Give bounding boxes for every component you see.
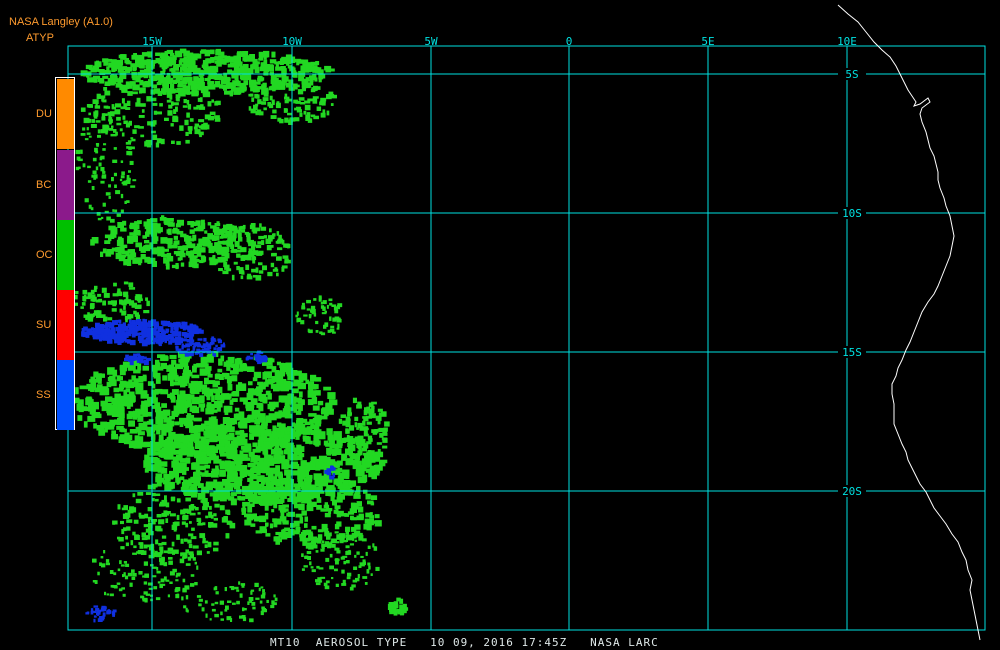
longitude-label: 5E	[701, 35, 714, 48]
colorbar-segment-bc	[57, 150, 74, 220]
colorbar-label-oc: OC	[36, 249, 53, 261]
longitude-label: 5W	[424, 35, 438, 48]
colorbar-segment-ss	[57, 360, 74, 430]
latitude-label: 15S	[842, 346, 862, 359]
aerosol-type-colorbar	[55, 77, 75, 430]
longitude-label: 10W	[282, 35, 302, 48]
longitude-label: 0	[566, 35, 573, 48]
longitude-label: 10E	[837, 35, 857, 48]
latitude-label: 10S	[842, 207, 862, 220]
coastline	[837, 4, 981, 641]
colorbar-label-du: DU	[36, 108, 52, 120]
longitude-label: 15W	[142, 35, 162, 48]
satellite-image-viewer: NASA Langley (A1.0) ATYP 15W 10W 5W 0 5E 10E 5…	[0, 0, 1000, 650]
image-caption: MT10 AEROSOL TYPE 10 09, 2016 17:45Z NAS…	[270, 636, 659, 649]
colorbar-segment-du	[57, 79, 74, 149]
colorbar-label-su: SU	[36, 319, 52, 331]
colorbar-label-ss: SS	[36, 389, 51, 401]
aerosol-type-layer	[71, 48, 409, 623]
latitude-label: 5S	[845, 68, 858, 81]
colorbar-label-bc: BC	[36, 179, 52, 191]
colorbar-segment-su	[57, 290, 74, 360]
aerosol-map[interactable]: 15W 10W 5W 0 5E 10E 5S 10S 15S 20S	[0, 0, 1000, 650]
colorbar-segment-oc	[57, 220, 74, 290]
coastline-path	[837, 4, 981, 641]
latitude-label: 20S	[842, 485, 862, 498]
